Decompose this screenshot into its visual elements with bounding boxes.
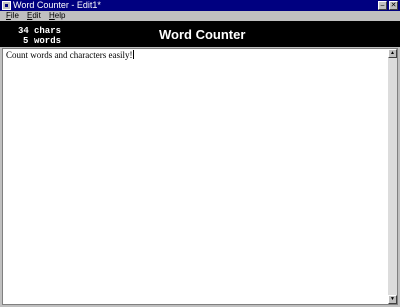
menu-bar: File Edit Help (0, 11, 400, 21)
editor-text: Count words and characters easily! (6, 50, 133, 60)
text-caret (133, 50, 135, 59)
menu-help[interactable]: Help (49, 11, 65, 21)
scroll-up-button[interactable]: ▲ (388, 49, 397, 58)
window-title: Word Counter - Edit1* (13, 0, 101, 10)
menu-edit[interactable]: Edit (27, 11, 41, 21)
app-window: Word Counter - Edit1* ‒ ✕ File Edit Help… (0, 0, 400, 307)
stats-header: 34 chars 5 words Word Counter (0, 21, 400, 47)
close-button[interactable]: ✕ (389, 1, 398, 10)
word-label: words (34, 36, 62, 46)
text-editor[interactable]: Count words and characters easily! ▲ ▼ (2, 48, 398, 305)
char-count: 34 (18, 26, 29, 36)
title-bar[interactable]: Word Counter - Edit1* ‒ ✕ (0, 0, 400, 11)
scroll-down-button[interactable]: ▼ (388, 295, 397, 304)
app-icon[interactable] (2, 1, 11, 10)
vertical-scrollbar[interactable]: ▲ ▼ (388, 49, 397, 304)
word-count: 5 (23, 36, 29, 46)
editor-line[interactable]: Count words and characters easily! (6, 50, 135, 60)
menu-file[interactable]: File (6, 11, 19, 21)
header-title: Word Counter (159, 27, 246, 42)
minimize-button[interactable]: ‒ (378, 1, 387, 10)
char-label: chars (34, 26, 62, 36)
